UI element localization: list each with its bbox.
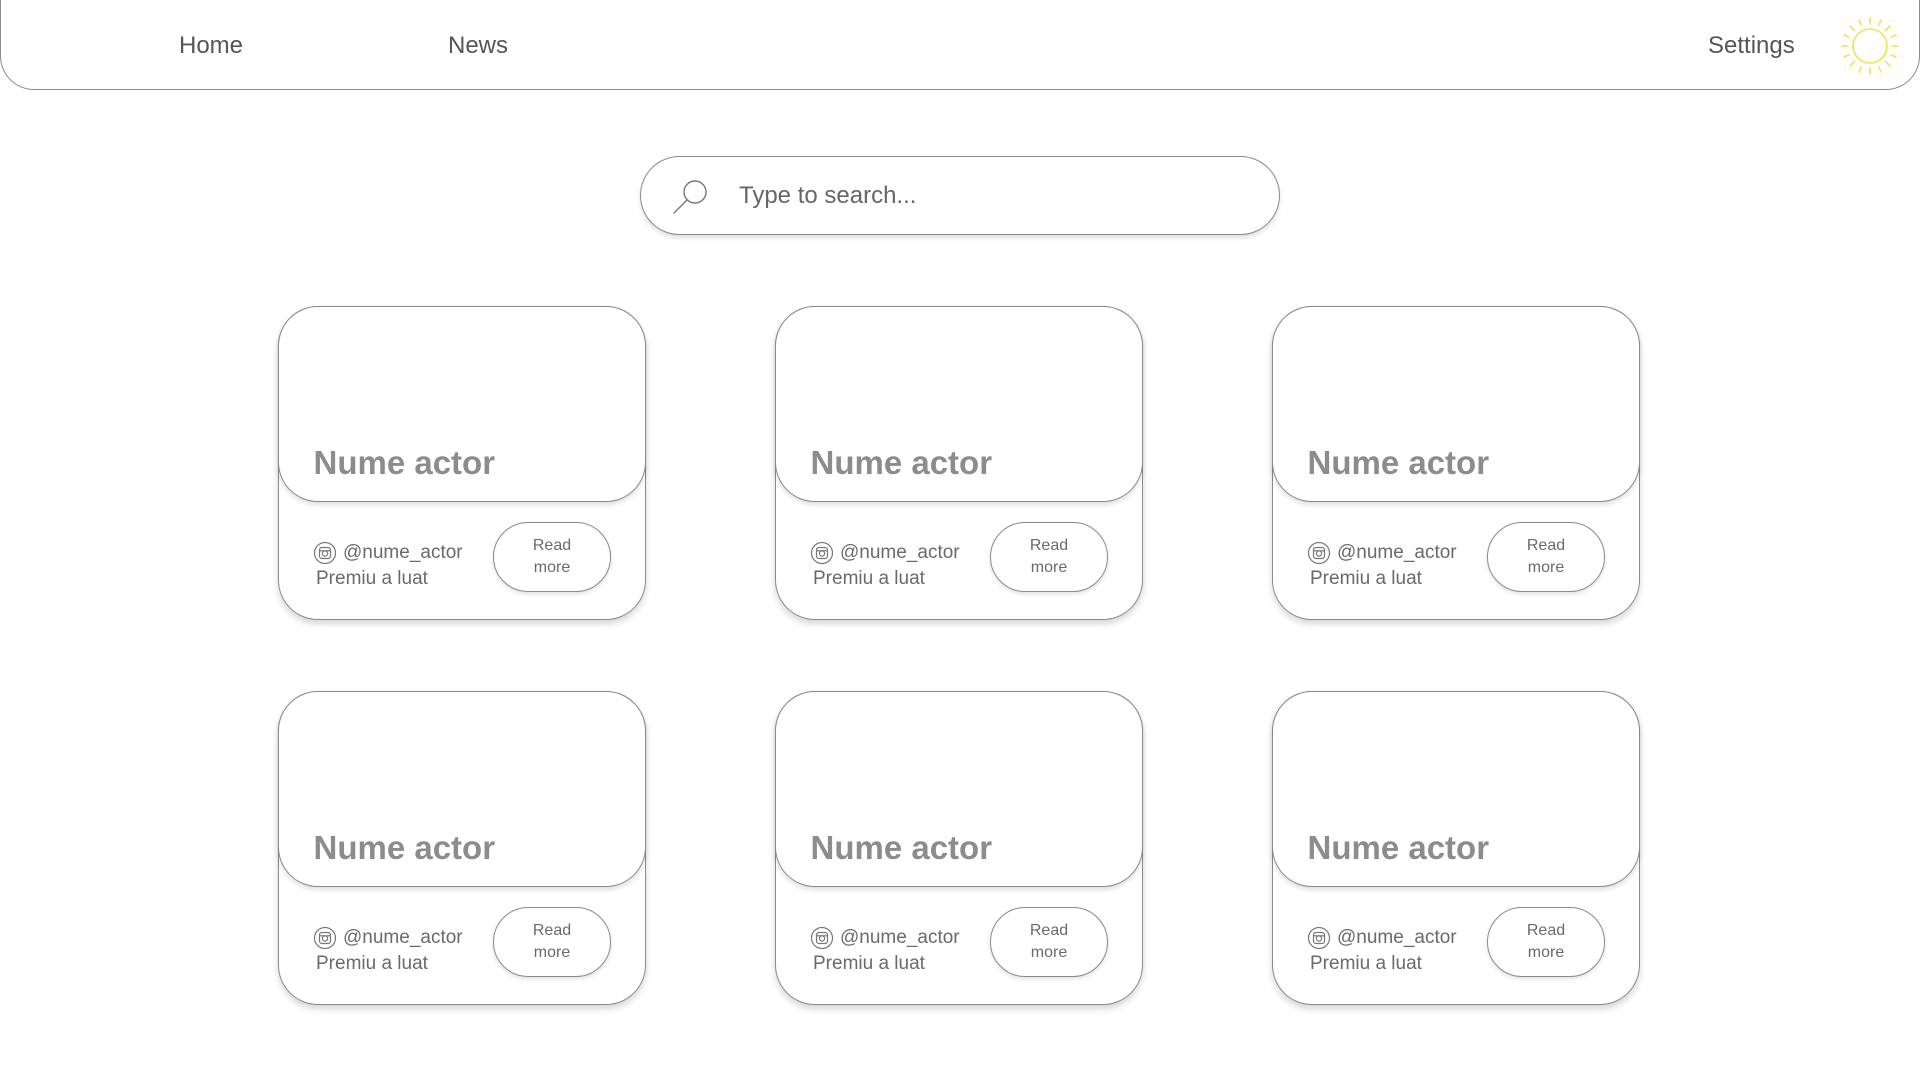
- actor-name: Nume actor: [313, 828, 496, 866]
- actor-name: Nume actor: [810, 443, 993, 481]
- read-more-button[interactable]: Read more: [493, 522, 611, 592]
- read-more-button[interactable]: Read more: [1487, 907, 1605, 977]
- actor-handle-text[interactable]: @nume_actor: [840, 542, 960, 564]
- actor-award-text: Premiu a luat: [1310, 953, 1422, 974]
- instagram-icon: [810, 926, 834, 950]
- actor-award-text: Premiu a luat: [1310, 568, 1422, 589]
- actor-social-handle: @nume_actor: [810, 541, 960, 565]
- actor-handle-text[interactable]: @nume_actor: [1337, 927, 1457, 949]
- actor-name: Nume actor: [810, 828, 993, 866]
- actor-award-text: Premiu a luat: [316, 568, 428, 589]
- actor-social-handle: @nume_actor: [810, 926, 960, 950]
- actor-card-image-area: Nume actor: [1271, 690, 1640, 887]
- actor-award-text: Premiu a luat: [813, 568, 925, 589]
- actor-handle-text[interactable]: @nume_actor: [840, 927, 960, 949]
- top-navigation-bar: Home News Settings: [0, 0, 1920, 90]
- read-more-button[interactable]: Read more: [1487, 522, 1605, 592]
- instagram-icon: [1307, 541, 1331, 565]
- actor-name: Nume actor: [1307, 443, 1490, 481]
- instagram-icon: [810, 541, 834, 565]
- actor-award-text: Premiu a luat: [813, 953, 925, 974]
- actor-handle-text[interactable]: @nume_actor: [343, 542, 463, 564]
- instagram-icon: [313, 541, 337, 565]
- read-more-button[interactable]: Read more: [990, 907, 1108, 977]
- actor-card-image-area: Nume actor: [774, 690, 1143, 887]
- nav-link-settings[interactable]: Settings: [1708, 32, 1795, 60]
- sun-icon[interactable]: [1839, 15, 1901, 77]
- read-more-button[interactable]: Read more: [990, 522, 1108, 592]
- actor-card: Nume actor @nume_actor Premiu a luat Rea…: [277, 690, 646, 1005]
- actor-card: Nume actor @nume_actor Premiu a luat Rea…: [1271, 305, 1640, 620]
- instagram-icon: [313, 926, 337, 950]
- actor-card: Nume actor @nume_actor Premiu a luat Rea…: [774, 305, 1143, 620]
- actor-social-handle: @nume_actor: [1307, 541, 1457, 565]
- search-input[interactable]: [739, 175, 1239, 217]
- actor-card-image-area: Nume actor: [774, 305, 1143, 502]
- actor-card: Nume actor @nume_actor Premiu a luat Rea…: [277, 305, 646, 620]
- actor-handle-text[interactable]: @nume_actor: [343, 927, 463, 949]
- actor-name: Nume actor: [313, 443, 496, 481]
- actor-social-handle: @nume_actor: [1307, 926, 1457, 950]
- actor-name: Nume actor: [1307, 828, 1490, 866]
- actor-card: Nume actor @nume_actor Premiu a luat Rea…: [774, 690, 1143, 1005]
- search-icon: [673, 180, 707, 214]
- actor-card-image-area: Nume actor: [277, 305, 646, 502]
- instagram-icon: [1307, 926, 1331, 950]
- read-more-button[interactable]: Read more: [493, 907, 611, 977]
- actor-card-image-area: Nume actor: [277, 690, 646, 887]
- actor-card-grid: Nume actor @nume_actor Premiu a luat Rea…: [277, 305, 1640, 1005]
- actor-card-image-area: Nume actor: [1271, 305, 1640, 502]
- nav-link-news[interactable]: News: [448, 32, 508, 60]
- actor-social-handle: @nume_actor: [313, 541, 463, 565]
- search-bar[interactable]: [640, 156, 1280, 235]
- actor-award-text: Premiu a luat: [316, 953, 428, 974]
- actor-card: Nume actor @nume_actor Premiu a luat Rea…: [1271, 690, 1640, 1005]
- actor-handle-text[interactable]: @nume_actor: [1337, 542, 1457, 564]
- nav-link-home[interactable]: Home: [179, 32, 243, 60]
- actor-social-handle: @nume_actor: [313, 926, 463, 950]
